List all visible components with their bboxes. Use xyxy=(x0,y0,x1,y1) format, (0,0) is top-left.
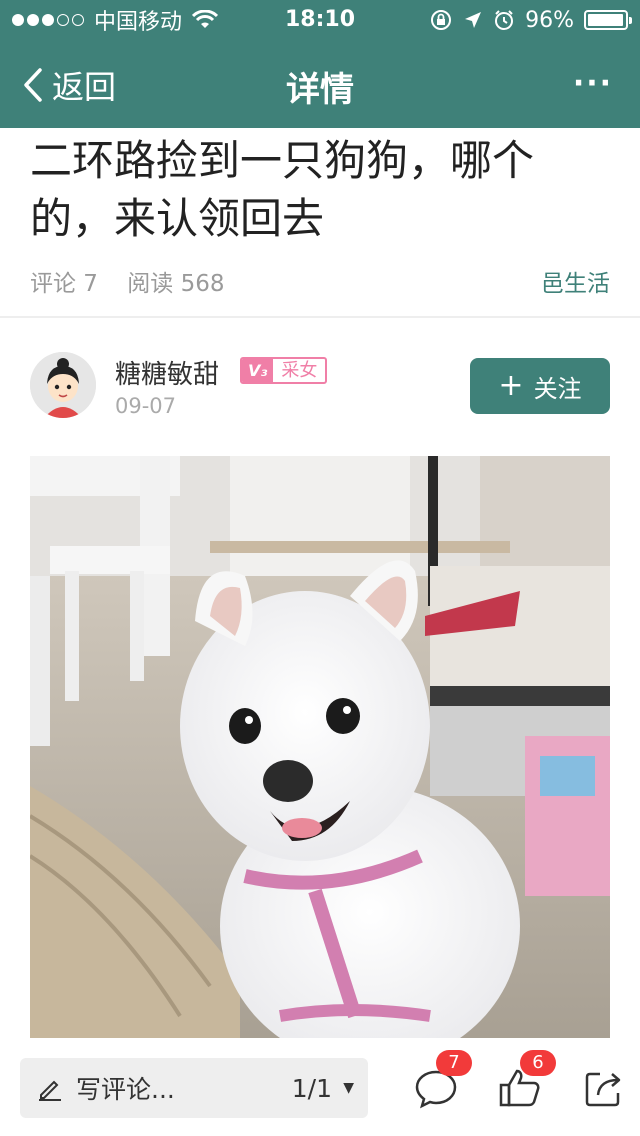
more-dots-icon: ··· xyxy=(572,65,614,101)
avatar-illustration xyxy=(30,352,96,418)
author-name[interactable]: 糖糖敏甜 xyxy=(115,354,219,391)
like-count-badge: 6 xyxy=(520,1050,556,1076)
more-button[interactable]: ··· xyxy=(568,58,618,108)
bottom-action-bar: 写评论... 1/1 ▼ 7 6 xyxy=(0,1040,640,1136)
nav-bar: 返回 详情 ··· xyxy=(0,40,640,128)
write-comment-placeholder: 写评论... xyxy=(76,1075,175,1104)
follow-label: 关注 xyxy=(533,374,582,403)
status-right: 96% xyxy=(429,7,632,33)
back-button[interactable]: 返回 xyxy=(22,62,116,108)
caret-down-icon[interactable]: ▼ xyxy=(343,1080,354,1096)
read-count-label: 阅读 568 xyxy=(127,271,225,297)
share-button[interactable] xyxy=(582,1066,626,1110)
divider xyxy=(0,316,640,318)
comment-count-badge: 7 xyxy=(436,1050,472,1076)
battery-icon xyxy=(584,10,632,30)
comments-button[interactable]: 7 xyxy=(414,1050,472,1110)
back-label: 返回 xyxy=(52,68,117,106)
article-title: 二环路捡到一只狗狗，哪个的，来认领回去 xyxy=(30,136,535,243)
post-date: 09-07 xyxy=(115,394,177,418)
page-indicator[interactable]: 1/1 xyxy=(292,1074,332,1103)
chevron-left-icon xyxy=(24,68,42,102)
like-button[interactable]: 6 xyxy=(498,1050,556,1110)
share-icon xyxy=(585,1072,621,1107)
post-photo[interactable] xyxy=(30,456,610,1038)
app-header: 中国移动 18:10 96% 返回 详情 ··· xyxy=(0,0,640,128)
follow-button[interactable]: + 关注 xyxy=(470,358,610,414)
pencil-icon xyxy=(39,1080,61,1101)
avatar[interactable] xyxy=(30,352,96,418)
article-meta: 评论 7 阅读 568 邑生活 xyxy=(30,264,610,298)
category-link[interactable]: 邑生活 xyxy=(541,264,610,298)
location-arrow-icon xyxy=(465,12,482,28)
user-level-badge: V₃ 采女 xyxy=(240,357,328,384)
battery-level xyxy=(588,14,623,26)
status-bar: 中国移动 18:10 96% xyxy=(0,0,640,40)
white-dog-photo xyxy=(30,456,610,1038)
comment-count-label: 评论 7 xyxy=(30,271,98,297)
battery-percent: 96% xyxy=(525,7,574,33)
rotation-lock-icon xyxy=(431,10,452,30)
badge-title: 采女 xyxy=(281,360,318,381)
write-comment-input[interactable]: 写评论... 1/1 ▼ xyxy=(20,1058,368,1118)
badge-level: V₃ xyxy=(242,359,274,382)
alarm-icon xyxy=(495,10,514,30)
plus-icon: + xyxy=(498,368,524,403)
